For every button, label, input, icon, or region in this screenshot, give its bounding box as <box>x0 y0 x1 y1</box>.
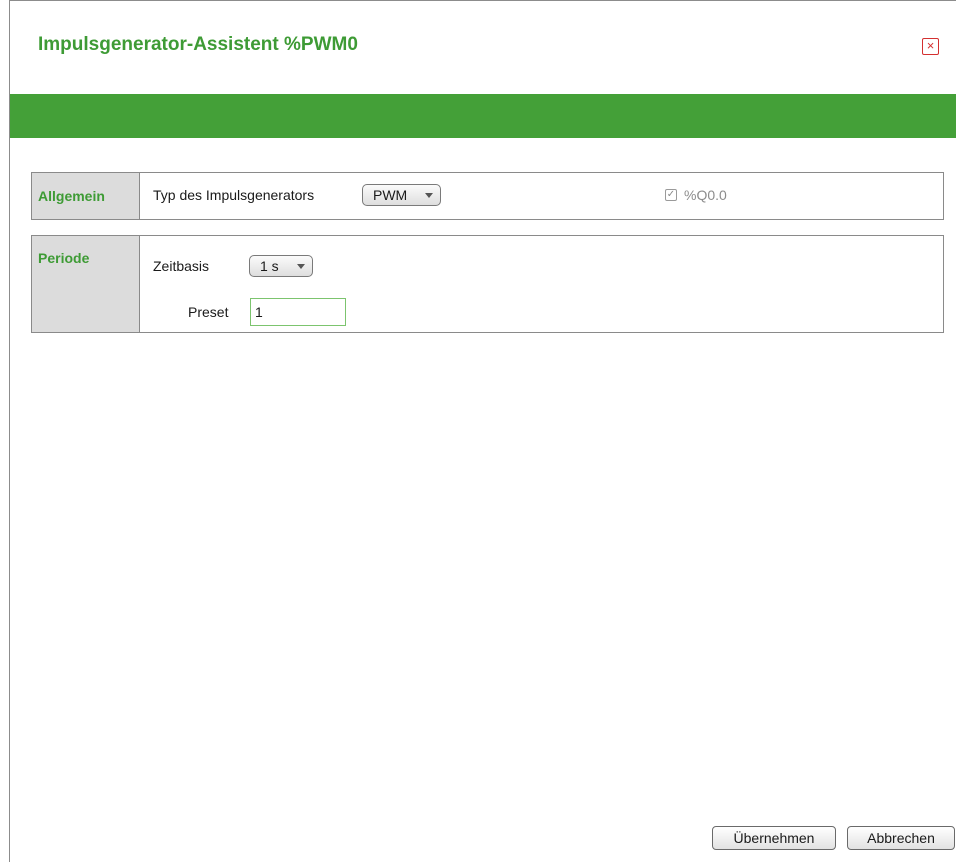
header-bar <box>10 94 956 138</box>
chevron-down-icon <box>297 264 305 269</box>
preset-input[interactable] <box>250 298 346 326</box>
general-section: Allgemein Typ des Impulsgenerators PWM ✓… <box>31 172 944 220</box>
output-checkbox[interactable]: ✓ <box>665 189 677 201</box>
chevron-down-icon <box>425 193 433 198</box>
pulse-generator-dialog: Impulsgenerator-Assistent %PWM0 × Allgem… <box>9 0 956 862</box>
cancel-button[interactable]: Abbrechen <box>847 826 955 850</box>
timebase-label: Zeitbasis <box>153 258 210 274</box>
timebase-value: 1 s <box>260 258 279 274</box>
apply-button[interactable]: Übernehmen <box>712 826 836 850</box>
period-section-label: Periode <box>32 236 140 332</box>
period-section: Periode Zeitbasis 1 s Preset <box>31 235 944 333</box>
general-section-label: Allgemein <box>32 173 140 219</box>
generator-type-dropdown[interactable]: PWM <box>362 184 441 206</box>
timebase-dropdown[interactable]: 1 s <box>249 255 313 277</box>
preset-label: Preset <box>188 304 229 320</box>
generator-type-label: Typ des Impulsgenerators <box>153 187 315 203</box>
output-label: %Q0.0 <box>684 187 727 203</box>
close-icon[interactable]: × <box>922 38 939 55</box>
dialog-title: Impulsgenerator-Assistent %PWM0 <box>38 34 358 55</box>
generator-type-value: PWM <box>373 187 408 203</box>
